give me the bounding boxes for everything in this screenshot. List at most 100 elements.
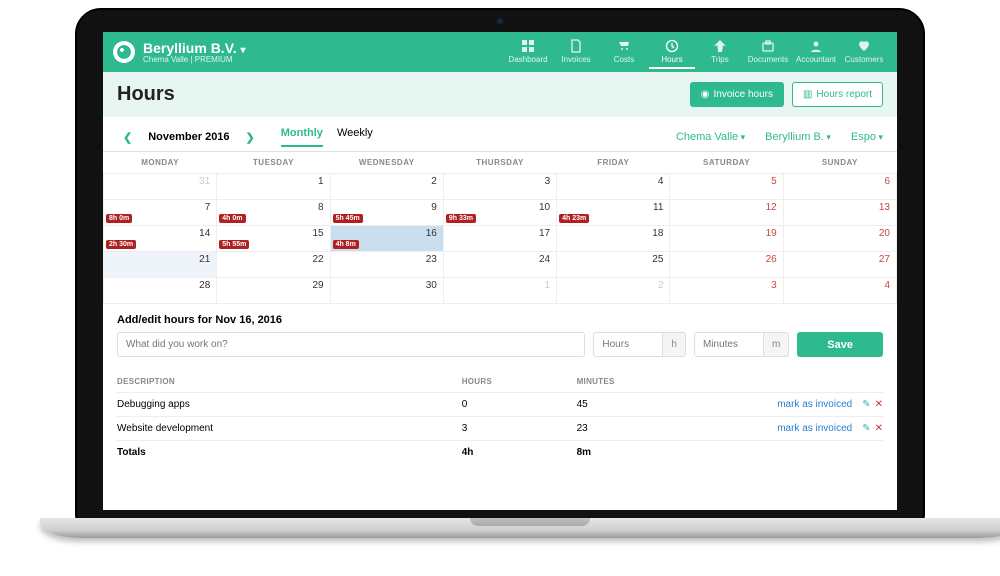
nav-hours[interactable]: Hours (649, 35, 695, 69)
nav-trips[interactable]: Trips (697, 35, 743, 69)
hours-badge: 5h 45m (333, 214, 363, 223)
next-period-button[interactable]: ❯ (240, 131, 261, 144)
description-input[interactable] (117, 332, 585, 357)
save-button[interactable]: Save (797, 332, 883, 357)
nav-documents[interactable]: Documents (745, 35, 791, 69)
calendar-day[interactable]: 24 (443, 252, 556, 278)
cell-mins: 23 (577, 417, 692, 441)
calendar-day[interactable]: 95h 45m (330, 200, 443, 226)
trips-icon (713, 39, 727, 53)
mark-invoiced-link[interactable]: mark as invoiced (777, 423, 852, 434)
dow-header: WEDNESDAY (330, 152, 443, 174)
calendar-day[interactable]: 26 (670, 252, 783, 278)
calendar: MONDAYTUESDAYWEDNESDAYTHURSDAYFRIDAYSATU… (103, 152, 897, 304)
project-filter[interactable]: Espo (851, 131, 883, 143)
calendar-day[interactable]: 30 (330, 278, 443, 304)
delete-icon[interactable]: ✕ (875, 423, 883, 434)
calendar-day[interactable]: 3 (670, 278, 783, 304)
invoices-icon (569, 39, 583, 53)
minutes-suffix: m (764, 332, 789, 357)
invoice-hours-button[interactable]: ◉ Invoice hours (690, 82, 784, 107)
calendar-day[interactable]: 142h 30m (104, 226, 217, 252)
hours-icon (665, 39, 679, 53)
hours-badge: 2h 30m (106, 240, 136, 249)
calendar-day[interactable]: 20 (783, 226, 896, 252)
documents-icon (761, 39, 775, 53)
company-filter[interactable]: Beryllium B. (765, 131, 831, 143)
calendar-day[interactable]: 17 (443, 226, 556, 252)
calendar-day[interactable]: 4 (783, 278, 896, 304)
col-minutes: MINUTES (577, 371, 692, 393)
calendar-day[interactable]: 27 (783, 252, 896, 278)
calendar-day[interactable]: 114h 23m (557, 200, 670, 226)
nav-invoices[interactable]: Invoices (553, 35, 599, 69)
minutes-input[interactable] (694, 332, 764, 357)
table-row: Debugging apps045mark as invoiced✎✕ (117, 393, 883, 417)
nav-costs[interactable]: Costs (601, 35, 647, 69)
user-filter[interactable]: Chema Valle (676, 131, 745, 143)
calendar-day[interactable]: 25 (557, 252, 670, 278)
edit-icon[interactable]: ✎ (862, 423, 870, 434)
customers-icon (857, 39, 871, 53)
cell-desc: Website development (117, 417, 462, 441)
tab-weekly[interactable]: Weekly (337, 127, 373, 147)
calendar-day[interactable]: 18 (557, 226, 670, 252)
nav-dashboard[interactable]: Dashboard (505, 35, 551, 69)
nav-accountant[interactable]: Accountant (793, 35, 839, 69)
cell-desc: Debugging apps (117, 393, 462, 417)
calendar-day[interactable]: 23 (330, 252, 443, 278)
company-subtitle: Chema Valle | PREMIUM (143, 56, 246, 64)
calendar-day[interactable]: 21 (104, 252, 217, 278)
calendar-day[interactable]: 78h 0m (104, 200, 217, 226)
chart-icon: ▥ (803, 89, 812, 100)
calendar-day[interactable]: 2 (557, 278, 670, 304)
mark-invoiced-link[interactable]: mark as invoiced (777, 399, 852, 410)
edit-icon[interactable]: ✎ (862, 399, 870, 410)
company-name: Beryllium B.V. (143, 40, 237, 56)
totals-row: Totals4h8m (117, 441, 883, 465)
col-hours: HOURS (462, 371, 577, 393)
hours-badge: 9h 33m (446, 214, 476, 223)
calendar-day[interactable]: 19 (670, 226, 783, 252)
calendar-day[interactable]: 13 (783, 200, 896, 226)
calendar-day[interactable]: 5 (670, 174, 783, 200)
hours-badge: 4h 23m (559, 214, 589, 223)
calendar-day[interactable]: 28 (104, 278, 217, 304)
hours-report-button[interactable]: ▥ Hours report (792, 82, 883, 107)
calendar-day[interactable]: 1 (217, 174, 330, 200)
cell-hours: 3 (462, 417, 577, 441)
hours-badge: 4h 0m (219, 214, 245, 223)
nav-customers[interactable]: Customers (841, 35, 887, 69)
table-row: Website development323 mark as invoiced ✎ ✕ (117, 417, 883, 441)
hours-input[interactable] (593, 332, 663, 357)
hours-badge: 5h 55m (219, 240, 249, 249)
hours-badge: 4h 8m (333, 240, 359, 249)
chevron-down-icon: ▾ (241, 45, 246, 56)
dow-header: SATURDAY (670, 152, 783, 174)
calendar-day[interactable]: 12 (670, 200, 783, 226)
calendar-day[interactable]: 2 (330, 174, 443, 200)
calendar-day[interactable]: 4 (557, 174, 670, 200)
period-label: November 2016 (148, 131, 229, 143)
calendar-day[interactable]: 164h 8m (330, 226, 443, 252)
calendar-day[interactable]: 109h 33m (443, 200, 556, 226)
hours-suffix: h (663, 332, 686, 357)
col-description: DESCRIPTION (117, 371, 462, 393)
main-nav: DashboardInvoicesCostsHoursTripsDocument… (505, 35, 887, 69)
calendar-day[interactable]: 155h 55m (217, 226, 330, 252)
calendar-day[interactable]: 22 (217, 252, 330, 278)
calendar-day[interactable]: 84h 0m (217, 200, 330, 226)
prev-period-button[interactable]: ❮ (117, 131, 138, 144)
company-switcher[interactable]: Beryllium B.V. ▾ Chema Valle | PREMIUM (143, 41, 246, 64)
dashboard-icon (521, 39, 535, 53)
calendar-day[interactable]: 1 (443, 278, 556, 304)
calendar-day[interactable]: 31 (104, 174, 217, 200)
calendar-day[interactable]: 6 (783, 174, 896, 200)
topbar: Beryllium B.V. ▾ Chema Valle | PREMIUM D… (103, 32, 897, 72)
tab-monthly[interactable]: Monthly (281, 127, 323, 147)
delete-icon[interactable]: ✕ (875, 399, 883, 410)
calendar-day[interactable]: 3 (443, 174, 556, 200)
calendar-day[interactable]: 29 (217, 278, 330, 304)
form-heading: Add/edit hours for Nov 16, 2016 (117, 314, 883, 326)
dow-header: THURSDAY (443, 152, 556, 174)
